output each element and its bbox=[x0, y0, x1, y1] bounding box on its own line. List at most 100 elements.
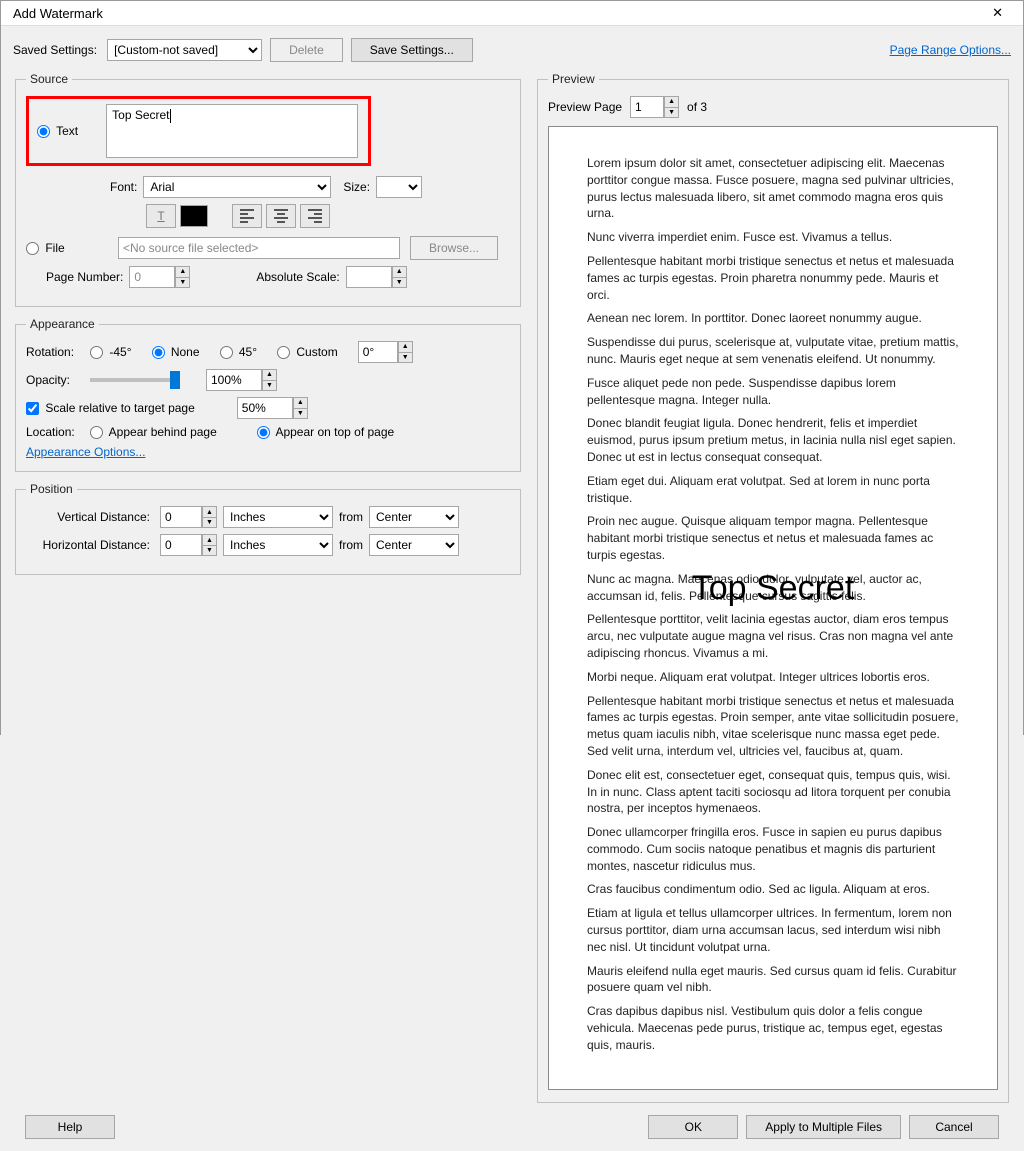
file-radio[interactable] bbox=[26, 242, 39, 255]
preview-paragraph: Suspendisse dui purus, scelerisque at, v… bbox=[587, 334, 959, 368]
appearance-fieldset: Appearance Rotation: -45° None 45° Custo… bbox=[15, 317, 521, 472]
file-page-row: Page Number: ▲▼ Absolute Scale: ▲▼ bbox=[26, 266, 510, 288]
down-arrow-icon[interactable]: ▼ bbox=[393, 278, 406, 288]
location-label: Location: bbox=[26, 425, 84, 439]
horizontal-distance-spinner[interactable]: ▲▼ bbox=[160, 534, 217, 556]
absolute-scale-spinner[interactable]: ▲▼ bbox=[346, 266, 407, 288]
scale-spinner[interactable]: ▲▼ bbox=[237, 397, 308, 419]
align-left-icon[interactable] bbox=[232, 204, 262, 228]
size-label: Size: bbox=[343, 180, 370, 194]
loc-top-radio[interactable]: Appear on top of page bbox=[257, 425, 394, 439]
align-center-icon[interactable] bbox=[266, 204, 296, 228]
saved-settings-label: Saved Settings: bbox=[13, 43, 97, 57]
from-label: from bbox=[339, 510, 363, 524]
browse-button[interactable]: Browse... bbox=[410, 236, 498, 260]
source-fieldset: Source Text Top Secret Font: Arial Size: bbox=[15, 72, 521, 307]
ok-button[interactable]: OK bbox=[648, 1115, 738, 1139]
appearance-legend: Appearance bbox=[26, 317, 99, 331]
opacity-label: Opacity: bbox=[26, 373, 84, 387]
preview-paragraph: Pellentesque habitant morbi tristique se… bbox=[587, 693, 959, 760]
columns: Source Text Top Secret Font: Arial Size: bbox=[13, 72, 1011, 1103]
file-row: File Browse... bbox=[26, 236, 510, 260]
rot-m45-radio[interactable]: -45° bbox=[90, 345, 132, 359]
cancel-button[interactable]: Cancel bbox=[909, 1115, 999, 1139]
watermark-text-input[interactable]: Top Secret bbox=[106, 104, 358, 158]
opacity-spinner[interactable]: ▲▼ bbox=[206, 369, 277, 391]
horizontal-from-select[interactable]: Center bbox=[369, 534, 459, 556]
vertical-distance-label: Vertical Distance: bbox=[26, 510, 154, 524]
file-path-input[interactable] bbox=[118, 237, 400, 259]
preview-paragraph: Pellentesque habitant morbi tristique se… bbox=[587, 253, 959, 303]
font-label: Font: bbox=[110, 180, 137, 194]
location-row: Location: Appear behind page Appear on t… bbox=[26, 425, 510, 439]
position-legend: Position bbox=[26, 482, 77, 496]
preview-page-label: Preview Page bbox=[548, 100, 622, 114]
preview-paragraph: Etiam eget dui. Aliquam erat volutpat. S… bbox=[587, 473, 959, 507]
footer: Help OK Apply to Multiple Files Cancel bbox=[13, 1103, 1011, 1151]
delete-button[interactable]: Delete bbox=[270, 38, 343, 62]
source-legend: Source bbox=[26, 72, 72, 86]
preview-paragraph: Donec elit est, consectetuer eget, conse… bbox=[587, 767, 959, 817]
saved-settings-row: Saved Settings: [Custom-not saved] Delet… bbox=[13, 38, 1011, 62]
preview-legend: Preview bbox=[548, 72, 599, 86]
preview-paragraph: Cras dapibus dapibus nisl. Vestibulum qu… bbox=[587, 1003, 959, 1053]
preview-paragraph: Fusce aliquet pede non pede. Suspendisse… bbox=[587, 375, 959, 409]
save-settings-button[interactable]: Save Settings... bbox=[351, 38, 473, 62]
saved-settings-select[interactable]: [Custom-not saved] bbox=[107, 39, 262, 61]
preview-fieldset: Preview Preview Page ▲▼ of 3 Top Secret … bbox=[537, 72, 1009, 1103]
loc-behind-radio[interactable]: Appear behind page bbox=[90, 425, 217, 439]
page-count-label: of 3 bbox=[687, 100, 707, 114]
vertical-distance-spinner[interactable]: ▲▼ bbox=[160, 506, 217, 528]
file-radio-label[interactable]: File bbox=[26, 241, 98, 255]
right-column: Preview Preview Page ▲▼ of 3 Top Secret … bbox=[535, 72, 1011, 1103]
down-arrow-icon[interactable]: ▼ bbox=[176, 278, 189, 288]
alignment-group bbox=[232, 204, 330, 228]
rot-none-radio[interactable]: None bbox=[152, 345, 200, 359]
titlebar: Add Watermark ✕ bbox=[1, 1, 1023, 26]
page-number-label: Page Number: bbox=[46, 270, 123, 284]
rot-45-radio[interactable]: 45° bbox=[220, 345, 258, 359]
watermark-overlay: Top Secret bbox=[692, 565, 855, 613]
font-select[interactable]: Arial bbox=[143, 176, 331, 198]
vertical-unit-select[interactable]: Inches bbox=[223, 506, 333, 528]
scale-checkbox[interactable] bbox=[26, 402, 39, 415]
preview-paragraph: Donec ullamcorper fringilla eros. Fusce … bbox=[587, 824, 959, 874]
text-radio-label[interactable]: Text bbox=[37, 124, 78, 138]
page-range-options-link[interactable]: Page Range Options... bbox=[890, 43, 1011, 57]
from-label: from bbox=[339, 538, 363, 552]
page-number-spinner[interactable]: ▲▼ bbox=[129, 266, 190, 288]
preview-paragraph: Cras faucibus condimentum odio. Sed ac l… bbox=[587, 881, 959, 898]
text-color-swatch[interactable] bbox=[180, 205, 208, 227]
vertical-from-select[interactable]: Center bbox=[369, 506, 459, 528]
preview-paragraph: Lorem ipsum dolor sit amet, consectetuer… bbox=[587, 155, 959, 222]
rot-custom-spinner[interactable]: ▲▼ bbox=[358, 341, 413, 363]
underline-icon[interactable]: T bbox=[146, 204, 176, 228]
help-button[interactable]: Help bbox=[25, 1115, 115, 1139]
text-radio[interactable] bbox=[37, 125, 50, 138]
appearance-options-link[interactable]: Appearance Options... bbox=[26, 445, 145, 459]
preview-page-document: Top Secret Lorem ipsum dolor sit amet, c… bbox=[548, 126, 998, 1090]
horizontal-distance-row: Horizontal Distance: ▲▼ Inches from Cent… bbox=[26, 534, 510, 556]
up-arrow-icon[interactable]: ▲ bbox=[393, 267, 406, 278]
preview-page-spinner[interactable]: ▲▼ bbox=[630, 96, 679, 118]
preview-paragraph: Donec blandit feugiat ligula. Donec hend… bbox=[587, 415, 959, 465]
font-row: Font: Arial Size: bbox=[26, 176, 510, 198]
scale-checkbox-label[interactable]: Scale relative to target page bbox=[26, 401, 195, 415]
rot-custom-radio[interactable]: Custom bbox=[277, 345, 338, 359]
content: Saved Settings: [Custom-not saved] Delet… bbox=[1, 26, 1023, 1151]
preview-paragraph: Morbi neque. Aliquam erat volutpat. Inte… bbox=[587, 669, 959, 686]
vertical-distance-row: Vertical Distance: ▲▼ Inches from Center bbox=[26, 506, 510, 528]
preview-paragraph: Nunc viverra imperdiet enim. Fusce est. … bbox=[587, 229, 959, 246]
close-icon[interactable]: ✕ bbox=[984, 1, 1011, 25]
left-column: Source Text Top Secret Font: Arial Size: bbox=[13, 72, 523, 1103]
text-caret bbox=[170, 109, 171, 123]
preview-paragraph: Aenean nec lorem. In porttitor. Donec la… bbox=[587, 310, 959, 327]
apply-multiple-button[interactable]: Apply to Multiple Files bbox=[746, 1115, 901, 1139]
opacity-slider[interactable] bbox=[90, 378, 180, 382]
horizontal-unit-select[interactable]: Inches bbox=[223, 534, 333, 556]
window-title: Add Watermark bbox=[13, 6, 103, 21]
size-select[interactable] bbox=[376, 176, 422, 198]
align-right-icon[interactable] bbox=[300, 204, 330, 228]
up-arrow-icon[interactable]: ▲ bbox=[176, 267, 189, 278]
text-source-highlight: Text Top Secret bbox=[26, 96, 371, 166]
